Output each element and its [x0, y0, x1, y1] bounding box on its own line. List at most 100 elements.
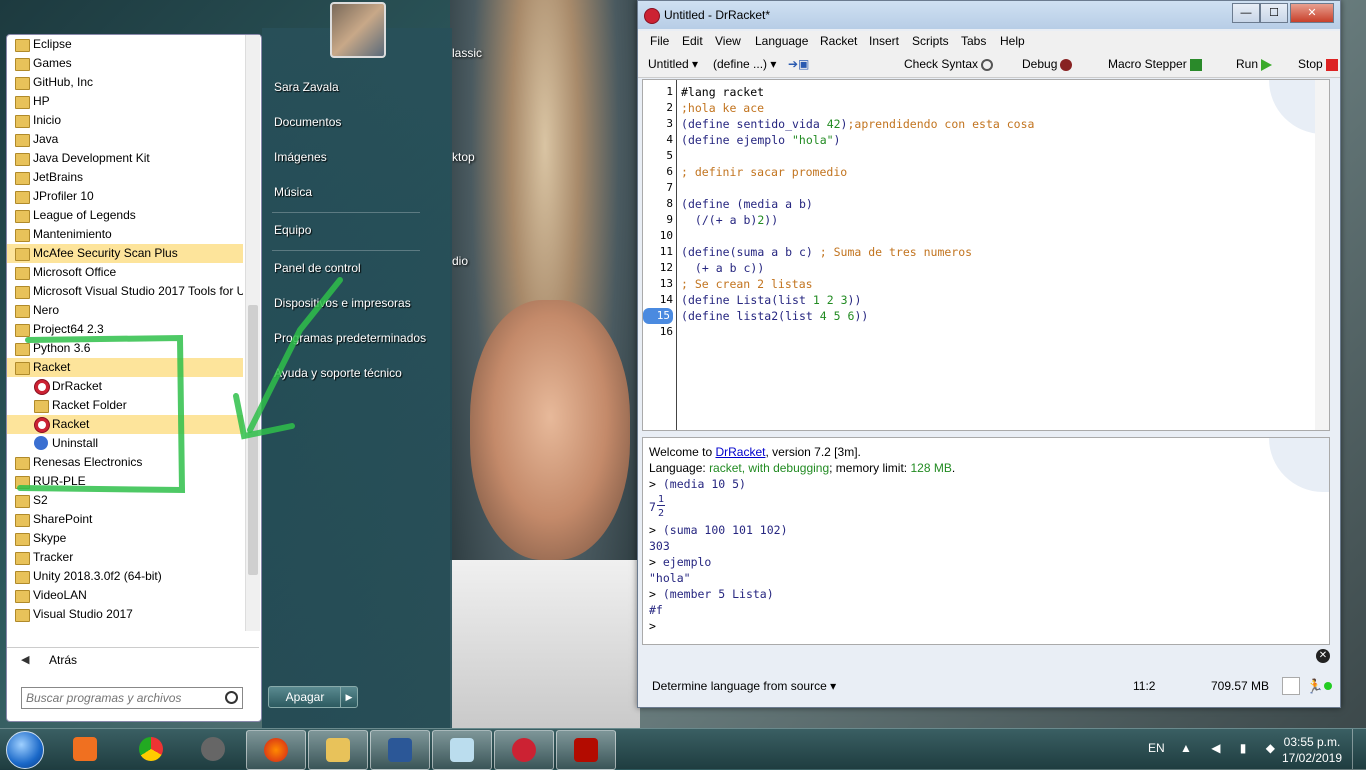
repl-current-prompt[interactable]: > [649, 618, 955, 634]
program-item[interactable]: JProfiler 10 [7, 187, 243, 206]
define-menu[interactable]: (define ...) ▾ [713, 57, 776, 71]
program-item[interactable]: Microsoft Office [7, 263, 243, 282]
close-button[interactable]: ✕ [1290, 3, 1334, 23]
language-selector[interactable]: Determine language from source ▾ [652, 679, 836, 693]
program-item[interactable]: JetBrains [7, 168, 243, 187]
shutdown-options-arrow-icon[interactable]: ▶ [340, 686, 358, 708]
run-button[interactable]: Run [1236, 57, 1273, 71]
menu-edit[interactable]: Edit [682, 34, 703, 48]
debug-button[interactable]: Debug [1022, 57, 1073, 71]
desktop-icon-label[interactable]: lassic [452, 46, 482, 60]
documents-link[interactable]: Documentos [274, 115, 341, 129]
back-button[interactable]: ◀ Atrás [7, 647, 259, 672]
program-item[interactable]: Project64 2.3 [7, 320, 243, 339]
taskbar-notepad[interactable] [432, 730, 492, 770]
save-icon[interactable]: ➔▣ [788, 57, 809, 71]
code-line[interactable]: (define sentido_vida 42);aprendidendo co… [681, 116, 1034, 132]
menu-tabs[interactable]: Tabs [961, 34, 986, 48]
menu-help[interactable]: Help [1000, 34, 1025, 48]
maximize-button[interactable]: ☐ [1260, 3, 1288, 23]
control-panel-link[interactable]: Panel de control [274, 261, 361, 275]
editor-scrollbar[interactable] [1315, 80, 1329, 430]
check-syntax-button[interactable]: Check Syntax [904, 57, 994, 71]
search-input[interactable] [22, 688, 218, 708]
definitions-editor[interactable]: 1 2 3 4 5 6 7 8 9 10 11 12 13 14 15 16 #lang racket ;hol… [642, 79, 1330, 431]
tab-selector[interactable]: Untitled ▾ [648, 57, 698, 71]
shutdown-button[interactable]: Apagar [268, 686, 342, 708]
minimize-button[interactable]: — [1232, 3, 1260, 23]
program-item[interactable]: Racket [7, 415, 243, 434]
computer-link[interactable]: Equipo [274, 223, 311, 237]
code-line[interactable]: (define(suma a b c) ; Suma de tres numer… [681, 244, 1034, 260]
taskbar-word[interactable] [370, 730, 430, 770]
user-avatar[interactable] [330, 2, 386, 58]
code-line[interactable] [681, 148, 1034, 164]
close-interactions-icon[interactable]: ✕ [1316, 649, 1330, 663]
taskbar-file-explorer[interactable] [308, 730, 368, 770]
programs-scrollbar[interactable] [245, 35, 260, 631]
music-link[interactable]: Música [274, 185, 312, 199]
devices-printers-link[interactable]: Dispositivos e impresoras [274, 296, 411, 310]
menu-language[interactable]: Language [755, 34, 808, 48]
program-item[interactable]: Games [7, 54, 243, 73]
help-support-link[interactable]: Ayuda y soporte técnico [274, 366, 402, 380]
code-line[interactable]: (define Lista(list 1 2 3)) [681, 292, 1034, 308]
code-line[interactable]: (+ a b c)) [681, 260, 1034, 276]
program-item[interactable]: Java Development Kit [7, 149, 243, 168]
default-programs-link[interactable]: Programas predeterminados [274, 331, 426, 345]
taskbar-drracket[interactable] [494, 730, 554, 770]
menu-file[interactable]: File [650, 34, 669, 48]
search-icon[interactable] [225, 691, 238, 704]
clock-date[interactable]: 17/02/2019 [1278, 751, 1346, 765]
code-line[interactable]: ; definir sacar promedio [681, 164, 1034, 180]
code-line[interactable] [681, 324, 1034, 340]
show-desktop-button[interactable] [1352, 729, 1366, 769]
code-line[interactable]: (define lista2(list 4 5 6)) [681, 308, 1034, 324]
code-line[interactable]: ; Se crean 2 listas [681, 276, 1034, 292]
desktop-icon-label[interactable]: ktop [452, 150, 475, 164]
program-item[interactable]: S2 [7, 491, 243, 510]
program-item[interactable]: Visual Studio 2017 [7, 605, 243, 624]
menu-insert[interactable]: Insert [869, 34, 899, 48]
macro-stepper-button[interactable]: Macro Stepper [1108, 57, 1202, 71]
program-item[interactable]: Eclipse [7, 35, 243, 54]
stop-button[interactable]: Stop [1298, 57, 1338, 71]
taskbar-media-player[interactable] [56, 730, 114, 768]
desktop-icon-label[interactable]: dio [452, 254, 468, 268]
program-item[interactable]: RUR-PLE [7, 472, 243, 491]
program-item[interactable]: GitHub, Inc [7, 73, 243, 92]
program-item[interactable]: Inicio [7, 111, 243, 130]
system-tray-icons[interactable]: ▲ ◀ ▮ ◆ [1180, 741, 1283, 755]
program-item[interactable]: Racket [7, 358, 243, 377]
input-language[interactable]: EN [1148, 741, 1165, 755]
menu-view[interactable]: View [715, 34, 741, 48]
interactions-pane[interactable]: Welcome to DrRacket, version 7.2 [3m]. L… [642, 437, 1330, 645]
program-item[interactable]: Java [7, 130, 243, 149]
program-item[interactable]: McAfee Security Scan Plus [7, 244, 243, 263]
code-line[interactable]: #lang racket [681, 84, 1034, 100]
scrollbar-thumb[interactable] [248, 305, 258, 575]
taskbar-chrome[interactable] [122, 730, 180, 768]
program-item[interactable]: HP [7, 92, 243, 111]
program-item[interactable]: Mantenimiento [7, 225, 243, 244]
taskbar-acrobat[interactable] [556, 730, 616, 770]
code-line[interactable] [681, 180, 1034, 196]
clock-time[interactable]: 03:55 p.m. [1282, 735, 1342, 749]
code-line[interactable]: (define ejemplo "hola") [681, 132, 1034, 148]
code-line[interactable]: ;hola ke ace [681, 100, 1034, 116]
program-item[interactable]: Skype [7, 529, 243, 548]
program-item[interactable]: SharePoint [7, 510, 243, 529]
program-item[interactable]: Tracker [7, 548, 243, 567]
program-item[interactable]: Uninstall [7, 434, 243, 453]
search-box[interactable] [21, 687, 243, 709]
menu-racket[interactable]: Racket [820, 34, 857, 48]
code-area[interactable]: #lang racket ;hola ke ace (define sentido_… [681, 84, 1034, 340]
program-item[interactable]: Unity 2018.3.0f2 (64-bit) [7, 567, 243, 586]
menu-scripts[interactable]: Scripts [912, 34, 949, 48]
program-item[interactable]: VideoLAN [7, 586, 243, 605]
program-item[interactable]: DrRacket [7, 377, 243, 396]
user-name-link[interactable]: Sara Zavala [274, 80, 339, 94]
taskbar-firefox[interactable] [246, 730, 306, 770]
taskbar-webcam[interactable] [184, 730, 242, 768]
images-link[interactable]: Imágenes [274, 150, 327, 164]
